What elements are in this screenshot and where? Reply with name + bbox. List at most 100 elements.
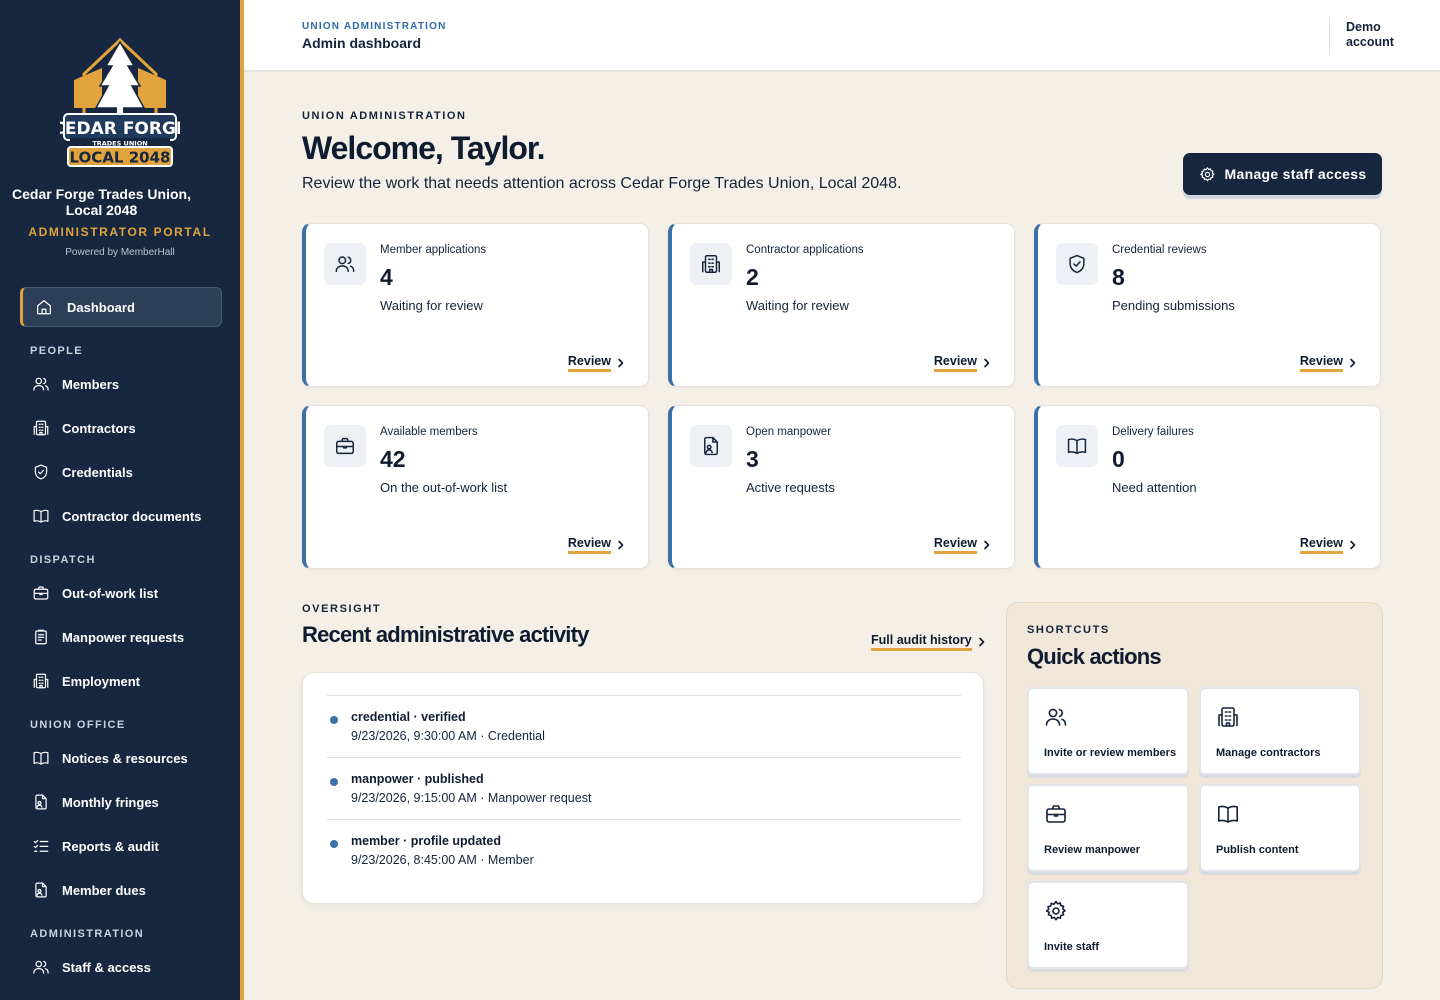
org-name: Cedar Forge Trades Union, Local 2048 bbox=[12, 186, 191, 218]
sidebar-item-label: Manpower requests bbox=[62, 629, 185, 645]
chevron-right-icon bbox=[982, 358, 992, 368]
activity-title: member · profile updated bbox=[351, 834, 502, 848]
activity-dot bbox=[330, 840, 338, 848]
briefcase-icon bbox=[32, 584, 50, 602]
review-link[interactable]: Review bbox=[1299, 536, 1358, 554]
nav-section-union-office: UNION OFFICE bbox=[30, 719, 126, 731]
users-icon bbox=[32, 958, 50, 976]
card-label: Available members bbox=[380, 426, 478, 438]
sidebar-item-out-of-work[interactable]: Out-of-work list bbox=[22, 573, 224, 613]
quick-action-publish-content[interactable]: Publish content bbox=[1199, 784, 1361, 872]
chevron-right-icon bbox=[1348, 540, 1358, 550]
card-label: Open manpower bbox=[746, 426, 832, 438]
manage-staff-access-button[interactable]: Manage staff access bbox=[1183, 153, 1382, 195]
activity-dot bbox=[330, 778, 338, 786]
sidebar-item-member-dues[interactable]: Member dues bbox=[22, 870, 224, 910]
building-icon bbox=[32, 672, 50, 690]
chevron-right-icon bbox=[616, 358, 626, 368]
sidebar-item-label: Notices & resources bbox=[62, 750, 188, 766]
full-audit-history-link[interactable]: Full audit history bbox=[871, 633, 987, 651]
card-description: Waiting for review bbox=[746, 298, 849, 313]
sidebar-item-credentials[interactable]: Credentials bbox=[22, 452, 224, 492]
quick-action-label: Publish content bbox=[1216, 844, 1299, 856]
card-icon-box bbox=[690, 243, 732, 285]
activity-meta: 9/23/2026, 9:30:00 AM · Credential bbox=[351, 729, 545, 743]
sidebar-item-members[interactable]: Members bbox=[22, 364, 224, 404]
activity-meta: 9/23/2026, 8:45:00 AM · Member bbox=[351, 853, 534, 867]
card-icon-box bbox=[324, 243, 366, 285]
file-user-icon bbox=[700, 435, 722, 457]
logo-text-main: CEDAR FORGE bbox=[60, 119, 180, 139]
powered-by: Powered by MemberHall bbox=[65, 247, 175, 258]
sidebar-item-reports[interactable]: Reports & audit bbox=[22, 826, 224, 866]
sidebar-item-manpower-requests[interactable]: Manpower requests bbox=[22, 617, 224, 657]
briefcase-icon bbox=[1044, 802, 1068, 826]
file-user-icon bbox=[32, 793, 50, 811]
review-link[interactable]: Review bbox=[1299, 354, 1358, 372]
review-link[interactable]: Review bbox=[933, 354, 992, 372]
building-icon bbox=[1216, 705, 1240, 729]
sidebar-item-monthly-fringes[interactable]: Monthly fringes bbox=[22, 782, 224, 822]
building-icon bbox=[700, 253, 722, 275]
sidebar-item-label: Staff & access bbox=[62, 959, 151, 975]
sidebar-item-label: Member dues bbox=[62, 882, 146, 898]
page-kicker: UNION ADMINISTRATION bbox=[302, 110, 467, 122]
gear-icon bbox=[1044, 899, 1068, 923]
chevron-right-icon bbox=[982, 540, 992, 550]
logo-text-local: LOCAL 2048 bbox=[70, 149, 171, 167]
file-user-icon bbox=[32, 881, 50, 899]
review-link[interactable]: Review bbox=[567, 536, 626, 554]
sidebar-item-dashboard[interactable]: Dashboard bbox=[20, 287, 222, 327]
quick-action-review-manpower[interactable]: Review manpower bbox=[1027, 784, 1189, 872]
building-icon bbox=[32, 419, 50, 437]
manage-staff-access-label: Manage staff access bbox=[1224, 166, 1367, 182]
sidebar-item-contractor-documents[interactable]: Contractor documents bbox=[22, 496, 224, 536]
shield-check-icon bbox=[32, 463, 50, 481]
card-description: Need attention bbox=[1112, 480, 1197, 495]
book-open-icon bbox=[32, 507, 50, 525]
card-available-members: Available members 42 On the out-of-work … bbox=[302, 405, 649, 569]
review-link-label: Review bbox=[567, 354, 611, 372]
users-icon bbox=[334, 253, 356, 275]
card-description: Active requests bbox=[746, 480, 835, 495]
card-delivery-failures: Delivery failures 0 Need attention Revie… bbox=[1034, 405, 1381, 569]
sidebar-item-label: Contractor documents bbox=[62, 508, 202, 524]
review-link[interactable]: Review bbox=[933, 536, 992, 554]
account-name-line1: Demo bbox=[1346, 20, 1381, 34]
quick-action-label: Manage contractors bbox=[1216, 747, 1321, 759]
card-description: On the out-of-work list bbox=[380, 480, 508, 495]
card-value: 8 bbox=[1112, 264, 1125, 290]
card-contractor-applications: Contractor applications 2 Waiting for re… bbox=[668, 223, 1015, 387]
sidebar-item-notices[interactable]: Notices & resources bbox=[22, 738, 224, 778]
activity-item: credential · verified 9/23/2026, 9:30:00… bbox=[327, 695, 961, 757]
quick-action-label: Review manpower bbox=[1044, 844, 1140, 856]
account-menu[interactable]: Demo account bbox=[1346, 20, 1394, 50]
quick-action-label: Invite staff bbox=[1044, 941, 1100, 953]
card-value: 3 bbox=[746, 446, 759, 472]
quick-action-invite-members[interactable]: Invite or review members bbox=[1027, 687, 1189, 775]
users-icon bbox=[1044, 705, 1068, 729]
card-member-applications: Member applications 4 Waiting for review… bbox=[302, 223, 649, 387]
quick-action-invite-staff[interactable]: Invite staff bbox=[1027, 881, 1189, 969]
review-link-label: Review bbox=[933, 354, 977, 372]
quick-actions-title: Quick actions bbox=[1027, 644, 1162, 669]
card-value: 0 bbox=[1112, 446, 1125, 472]
review-link[interactable]: Review bbox=[567, 354, 626, 372]
sidebar-item-staff-access[interactable]: Staff & access bbox=[22, 947, 224, 987]
sidebar-item-employment[interactable]: Employment bbox=[22, 661, 224, 701]
topbar-title: Admin dashboard bbox=[302, 35, 422, 51]
card-label: Member applications bbox=[380, 244, 487, 256]
card-icon-box bbox=[1056, 243, 1098, 285]
sidebar-accent-border bbox=[240, 0, 244, 1000]
quick-action-manage-contractors[interactable]: Manage contractors bbox=[1199, 687, 1361, 775]
card-value: 2 bbox=[746, 264, 759, 290]
sidebar: CEDAR FORGE TRADES UNION LOCAL 2048 Ceda… bbox=[0, 0, 240, 1000]
review-link-label: Review bbox=[1299, 536, 1343, 554]
topbar-kicker: UNION ADMINISTRATION bbox=[302, 21, 447, 32]
sidebar-item-contractors[interactable]: Contractors bbox=[22, 408, 224, 448]
gear-icon bbox=[1199, 166, 1216, 183]
briefcase-icon bbox=[334, 435, 356, 457]
book-open-icon bbox=[1216, 802, 1240, 826]
activity-meta: 9/23/2026, 9:15:00 AM · Manpower request bbox=[351, 791, 592, 805]
union-logo: CEDAR FORGE TRADES UNION LOCAL 2048 bbox=[60, 37, 180, 167]
